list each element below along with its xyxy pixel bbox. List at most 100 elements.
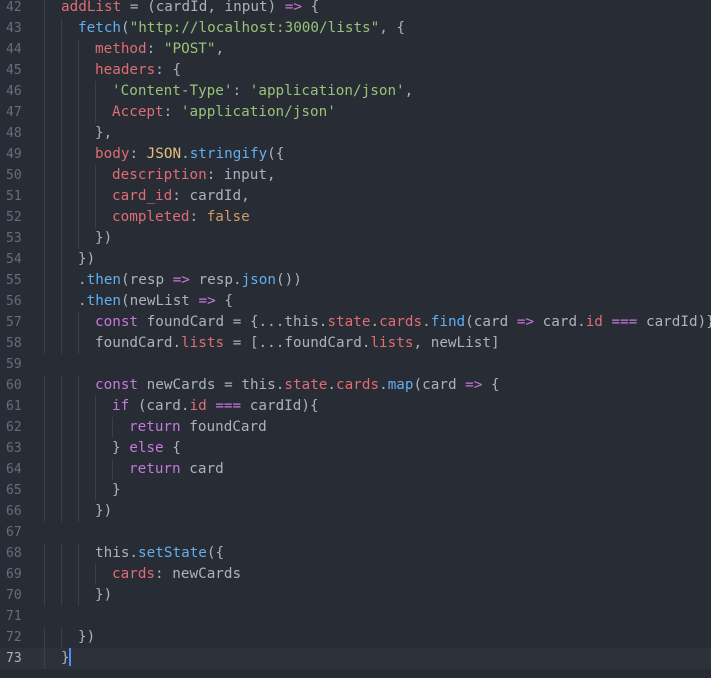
line-number: 61 <box>6 399 22 414</box>
code-line[interactable]: 58 foundCard.lists = [...foundCard.lists,… <box>0 333 711 354</box>
code-text[interactable]: this.setState({ <box>44 543 224 564</box>
indent-guide <box>44 291 61 312</box>
code-text[interactable]: } <box>44 480 121 501</box>
code-token: . <box>379 377 388 393</box>
code-token: find <box>430 314 466 330</box>
code-line[interactable]: 65} <box>0 480 711 501</box>
code-line[interactable]: 45 headers: { <box>0 60 711 81</box>
code-text[interactable]: }) <box>44 228 112 249</box>
indent-guide <box>44 312 61 333</box>
code-text[interactable]: } <box>44 648 71 669</box>
code-line[interactable]: 51 card_id: cardId, <box>0 186 711 207</box>
code-token: => <box>284 0 303 15</box>
code-text[interactable]: }) <box>44 249 95 270</box>
line-number: 69 <box>6 567 22 582</box>
indent-guide <box>61 312 78 333</box>
code-line[interactable]: 69 cards: newCards <box>0 564 711 585</box>
indent-guide <box>78 501 95 522</box>
indent-guide <box>61 501 78 522</box>
code-text[interactable]: completed: false <box>44 207 250 228</box>
code-line[interactable]: 50 description: input, <box>0 165 711 186</box>
code-text[interactable]: 'Content-Type': 'application/json', <box>44 81 413 102</box>
code-text[interactable]: foundCard.lists = [...foundCard.lists, n… <box>44 333 500 354</box>
indent-guide <box>95 459 112 480</box>
code-line[interactable]: 53}) <box>0 228 711 249</box>
code-line[interactable]: 67 <box>0 522 711 543</box>
code-line[interactable]: 70}) <box>0 585 711 606</box>
code-editor[interactable]: 42 addList = (cardId, input) => {43 fetch(… <box>0 0 711 678</box>
code-line[interactable]: 48}, <box>0 123 711 144</box>
code-text[interactable]: }) <box>44 627 95 648</box>
code-text[interactable]: if (card.id === cardId){ <box>44 396 319 417</box>
code-line[interactable]: 44 method: "POST", <box>0 39 711 60</box>
code-line[interactable]: 72}) <box>0 627 711 648</box>
code-token: ({ <box>206 545 225 561</box>
indent-guide <box>112 417 129 438</box>
code-token: : <box>189 209 207 225</box>
code-text[interactable]: addList = (cardId, input) => { <box>44 0 319 18</box>
code-token: ({ <box>267 146 285 162</box>
code-token: resp. <box>189 272 242 288</box>
code-line[interactable]: 54}) <box>0 249 711 270</box>
code-text[interactable]: }) <box>44 585 112 606</box>
code-text[interactable]: .then(resp => resp.json()) <box>44 270 302 291</box>
code-text[interactable]: fetch("http://localhost:3000/lists", { <box>44 18 405 39</box>
code-text[interactable]: card_id: cardId, <box>44 186 250 207</box>
code-line[interactable]: 42 addList = (cardId, input) => { <box>0 0 711 18</box>
code-line[interactable]: 55 .then(resp => resp.json()) <box>0 270 711 291</box>
code-line[interactable]: 46 'Content-Type': 'application/json', <box>0 81 711 102</box>
code-line[interactable]: 64 return card <box>0 459 711 480</box>
line-number: 59 <box>6 357 22 372</box>
code-text[interactable]: method: "POST", <box>44 39 224 60</box>
code-line[interactable]: 68 this.setState({ <box>0 543 711 564</box>
code-token: => <box>516 314 535 330</box>
indent-guide <box>61 564 78 585</box>
indent-guide <box>61 543 78 564</box>
code-token: state <box>284 377 328 393</box>
code-line[interactable]: 47 Accept: 'application/json' <box>0 102 711 123</box>
code-token: "POST" <box>163 41 216 57</box>
line-number: 73 <box>6 651 22 666</box>
line-number: 56 <box>6 294 22 309</box>
code-text[interactable]: }, <box>44 123 112 144</box>
code-text[interactable]: const newCards = this.state.cards.map(ca… <box>44 375 500 396</box>
code-token: : <box>232 83 250 99</box>
code-text[interactable]: description: input, <box>44 165 276 186</box>
code-text[interactable]: headers: { <box>44 60 181 81</box>
code-line[interactable]: 57 const foundCard = {...this.state.cards… <box>0 312 711 333</box>
code-line[interactable]: 56 .then(newList => { <box>0 291 711 312</box>
code-line[interactable]: 60 const newCards = this.state.cards.map(… <box>0 375 711 396</box>
code-token: }) <box>95 503 113 519</box>
indent-guide <box>78 459 95 480</box>
indent-guide <box>95 81 112 102</box>
code-line[interactable]: 43 fetch("http://localhost:3000/lists", { <box>0 18 711 39</box>
code-text[interactable]: }) <box>44 501 112 522</box>
code-token: (resp <box>121 272 173 288</box>
code-text[interactable]: return card <box>44 459 224 480</box>
code-token: . <box>78 272 87 288</box>
code-text[interactable]: body: JSON.stringify({ <box>44 144 284 165</box>
code-token: cards <box>112 566 156 582</box>
code-token: . <box>78 293 87 309</box>
line-number: 72 <box>6 630 22 645</box>
code-line[interactable]: 49 body: JSON.stringify({ <box>0 144 711 165</box>
code-token: cards <box>379 314 423 330</box>
code-line[interactable]: 59 <box>0 354 711 375</box>
line-number: 46 <box>6 84 22 99</box>
code-line[interactable]: 61 if (card.id === cardId){ <box>0 396 711 417</box>
code-text[interactable]: Accept: 'application/json' <box>44 102 336 123</box>
code-text[interactable]: cards: newCards <box>44 564 241 585</box>
code-line[interactable]: 62 return foundCard <box>0 417 711 438</box>
code-line[interactable]: 52 completed: false <box>0 207 711 228</box>
code-line[interactable]: 71 <box>0 606 711 627</box>
code-line[interactable]: 66}) <box>0 501 711 522</box>
code-text[interactable]: .then(newList => { <box>44 291 233 312</box>
line-number: 70 <box>6 588 22 603</box>
code-text[interactable]: return foundCard <box>44 417 267 438</box>
indent-guide <box>61 396 78 417</box>
code-line[interactable]: 73} <box>0 648 711 669</box>
indent-guide <box>95 480 112 501</box>
code-text[interactable]: } else { <box>44 438 181 459</box>
code-text[interactable]: const foundCard = {...this.state.cards.f… <box>44 312 711 333</box>
code-line[interactable]: 63} else { <box>0 438 711 459</box>
